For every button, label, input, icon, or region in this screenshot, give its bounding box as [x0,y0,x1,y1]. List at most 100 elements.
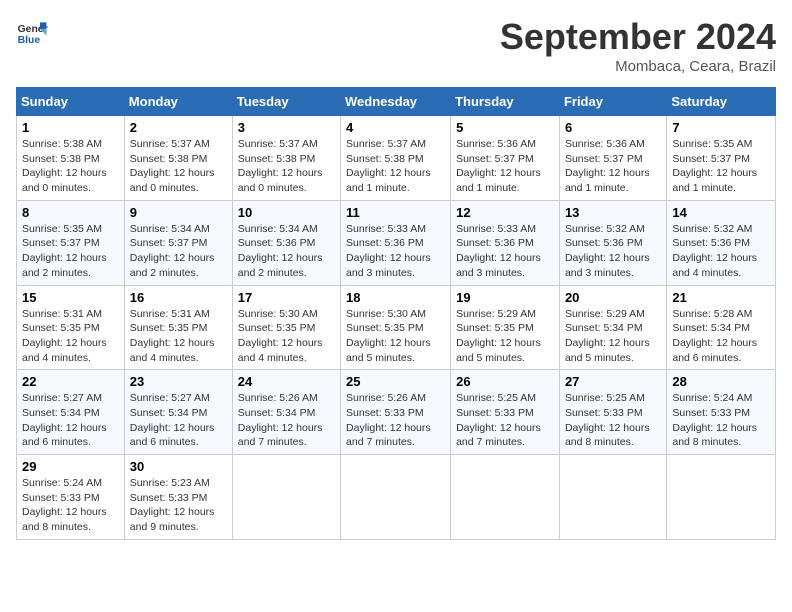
day-number: 23 [130,374,227,389]
day-number: 7 [672,120,770,135]
day-number: 26 [456,374,554,389]
day-cell: 8 Sunrise: 5:35 AM Sunset: 5:37 PM Daylig… [17,200,125,285]
day-number: 30 [130,459,227,474]
day-cell: 25 Sunrise: 5:26 AM Sunset: 5:33 PM Dayli… [341,370,451,455]
header-thursday: Thursday [451,88,560,116]
day-info: Sunrise: 5:31 AM Sunset: 5:35 PM Dayligh… [22,307,119,366]
day-number: 12 [456,205,554,220]
day-cell: 17Sunrise: 5:30 AM Sunset: 5:35 PM Dayli… [232,285,340,370]
day-cell: 20 Sunrise: 5:29 AM Sunset: 5:34 PM Dayli… [559,285,666,370]
day-cell: 26 Sunrise: 5:25 AM Sunset: 5:33 PM Dayli… [451,370,560,455]
day-number: 8 [22,205,119,220]
day-info: Sunrise: 5:32 AM Sunset: 5:36 PM Dayligh… [672,222,770,281]
day-number: 6 [565,120,661,135]
header-tuesday: Tuesday [232,88,340,116]
week-row-5: 29 Sunrise: 5:24 AM Sunset: 5:33 PM Dayli… [17,455,776,540]
logo: General Blue [16,16,48,48]
day-info: Sunrise: 5:37 AM Sunset: 5:38 PM Dayligh… [130,137,227,196]
day-info: Sunrise: 5:29 AM Sunset: 5:35 PM Dayligh… [456,307,554,366]
day-cell: 22 Sunrise: 5:27 AM Sunset: 5:34 PM Dayli… [17,370,125,455]
day-number: 17 [238,290,335,305]
header-row: SundayMondayTuesdayWednesdayThursdayFrid… [17,88,776,116]
day-info: Sunrise: 5:38 AM Sunset: 5:38 PM Dayligh… [22,137,119,196]
day-info: Sunrise: 5:29 AM Sunset: 5:34 PM Dayligh… [565,307,661,366]
week-row-3: 15 Sunrise: 5:31 AM Sunset: 5:35 PM Dayli… [17,285,776,370]
day-cell [451,455,560,540]
day-number: 24 [238,374,335,389]
day-number: 19 [456,290,554,305]
day-cell: 24 Sunrise: 5:26 AM Sunset: 5:34 PM Dayli… [232,370,340,455]
day-info: Sunrise: 5:35 AM Sunset: 5:37 PM Dayligh… [22,222,119,281]
day-info: Sunrise: 5:36 AM Sunset: 5:37 PM Dayligh… [565,137,661,196]
day-cell: 9 Sunrise: 5:34 AM Sunset: 5:37 PM Daylig… [124,200,232,285]
day-cell: 27Sunrise: 5:25 AM Sunset: 5:33 PM Dayli… [559,370,666,455]
day-info: Sunrise: 5:25 AM Sunset: 5:33 PM Dayligh… [456,391,554,450]
day-number: 1 [22,120,119,135]
page-header: General Blue September 2024 Mombaca, Cea… [16,16,776,75]
day-info: Sunrise: 5:31 AM Sunset: 5:35 PM Dayligh… [130,307,227,366]
day-info: Sunrise: 5:34 AM Sunset: 5:37 PM Dayligh… [130,222,227,281]
calendar-table: SundayMondayTuesdayWednesdayThursdayFrid… [16,87,776,540]
day-cell: 7Sunrise: 5:35 AM Sunset: 5:37 PM Daylig… [667,116,776,201]
day-info: Sunrise: 5:32 AM Sunset: 5:36 PM Dayligh… [565,222,661,281]
day-cell: 6 Sunrise: 5:36 AM Sunset: 5:37 PM Daylig… [559,116,666,201]
day-number: 20 [565,290,661,305]
day-number: 11 [346,205,445,220]
day-info: Sunrise: 5:33 AM Sunset: 5:36 PM Dayligh… [346,222,445,281]
day-info: Sunrise: 5:26 AM Sunset: 5:33 PM Dayligh… [346,391,445,450]
day-number: 25 [346,374,445,389]
day-info: Sunrise: 5:34 AM Sunset: 5:36 PM Dayligh… [238,222,335,281]
day-number: 27 [565,374,661,389]
day-info: Sunrise: 5:27 AM Sunset: 5:34 PM Dayligh… [130,391,227,450]
week-row-2: 8 Sunrise: 5:35 AM Sunset: 5:37 PM Daylig… [17,200,776,285]
day-info: Sunrise: 5:24 AM Sunset: 5:33 PM Dayligh… [672,391,770,450]
header-sunday: Sunday [17,88,125,116]
day-number: 13 [565,205,661,220]
day-cell: 19 Sunrise: 5:29 AM Sunset: 5:35 PM Dayli… [451,285,560,370]
header-monday: Monday [124,88,232,116]
day-number: 18 [346,290,445,305]
day-info: Sunrise: 5:36 AM Sunset: 5:37 PM Dayligh… [456,137,554,196]
header-wednesday: Wednesday [341,88,451,116]
day-info: Sunrise: 5:37 AM Sunset: 5:38 PM Dayligh… [346,137,445,196]
week-row-1: 1 Sunrise: 5:38 AM Sunset: 5:38 PM Daylig… [17,116,776,201]
day-cell: 29 Sunrise: 5:24 AM Sunset: 5:33 PM Dayli… [17,455,125,540]
day-info: Sunrise: 5:26 AM Sunset: 5:34 PM Dayligh… [238,391,335,450]
day-cell: 21Sunrise: 5:28 AM Sunset: 5:34 PM Dayli… [667,285,776,370]
day-number: 14 [672,205,770,220]
day-info: Sunrise: 5:24 AM Sunset: 5:33 PM Dayligh… [22,476,119,535]
day-number: 4 [346,120,445,135]
day-number: 3 [238,120,335,135]
day-number: 21 [672,290,770,305]
day-number: 2 [130,120,227,135]
day-cell: 18 Sunrise: 5:30 AM Sunset: 5:35 PM Dayli… [341,285,451,370]
day-info: Sunrise: 5:33 AM Sunset: 5:36 PM Dayligh… [456,222,554,281]
day-cell: 28 Sunrise: 5:24 AM Sunset: 5:33 PM Dayli… [667,370,776,455]
day-cell: 30 Sunrise: 5:23 AM Sunset: 5:33 PM Dayli… [124,455,232,540]
day-number: 29 [22,459,119,474]
title-block: September 2024 Mombaca, Ceara, Brazil [500,16,776,75]
day-number: 28 [672,374,770,389]
day-cell [667,455,776,540]
day-number: 15 [22,290,119,305]
day-info: Sunrise: 5:30 AM Sunset: 5:35 PM Dayligh… [346,307,445,366]
day-number: 5 [456,120,554,135]
day-cell: 14 Sunrise: 5:32 AM Sunset: 5:36 PM Dayli… [667,200,776,285]
logo-icon: General Blue [16,16,48,48]
day-info: Sunrise: 5:37 AM Sunset: 5:38 PM Dayligh… [238,137,335,196]
day-number: 9 [130,205,227,220]
location: Mombaca, Ceara, Brazil [500,58,776,75]
header-friday: Friday [559,88,666,116]
week-row-4: 22 Sunrise: 5:27 AM Sunset: 5:34 PM Dayli… [17,370,776,455]
day-cell: 10Sunrise: 5:34 AM Sunset: 5:36 PM Dayli… [232,200,340,285]
day-cell [559,455,666,540]
day-cell: 1 Sunrise: 5:38 AM Sunset: 5:38 PM Daylig… [17,116,125,201]
day-number: 22 [22,374,119,389]
header-saturday: Saturday [667,88,776,116]
day-info: Sunrise: 5:27 AM Sunset: 5:34 PM Dayligh… [22,391,119,450]
svg-text:Blue: Blue [18,35,41,46]
day-cell [232,455,340,540]
day-cell: 4 Sunrise: 5:37 AM Sunset: 5:38 PM Daylig… [341,116,451,201]
day-cell: 3 Sunrise: 5:37 AM Sunset: 5:38 PM Daylig… [232,116,340,201]
day-info: Sunrise: 5:23 AM Sunset: 5:33 PM Dayligh… [130,476,227,535]
